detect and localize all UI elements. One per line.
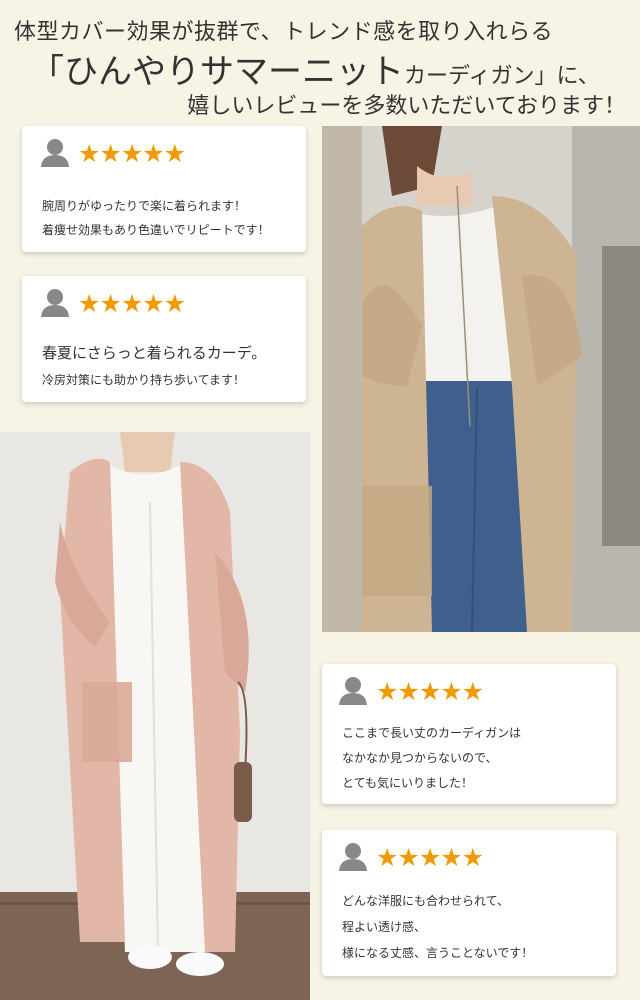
headline-line-3: 嬉しいレビューを多数いただいております！ [187, 94, 626, 119]
photo-pink-cardigan [0, 432, 310, 1000]
headline-product-name: 「ひんやりサマーニット [30, 52, 404, 92]
headline-line-1: 体型カバー効果が抜群で、トレンド感を取り入れらる [14, 20, 554, 45]
header: 体型カバー効果が抜群で、トレンド感を取り入れらる 「ひんやりサマーニットカーディ… [0, 0, 640, 122]
star-rating: ★★★★★ [78, 139, 186, 168]
user-avatar-icon [41, 289, 69, 317]
star-rating: ★★★★★ [376, 677, 484, 706]
user-avatar-icon [339, 843, 367, 871]
review-card-4: ★★★★★ どんな洋服にも合わせられて、 程よい透け感、 様になる丈感、言うこと… [322, 830, 616, 976]
review-text-line: 腕周りがゆったりで楽に着られます！ [42, 199, 247, 213]
user-avatar-icon [41, 139, 69, 167]
review-text-line: 程よい透け感、 [342, 920, 427, 934]
user-avatar-icon [339, 677, 367, 705]
star-rating: ★★★★★ [376, 843, 484, 872]
review-text-line: ここまで長い丈のカーディガンは [342, 726, 522, 740]
review-text-line: どんな洋服にも合わせられて、 [342, 894, 510, 908]
review-text-line: 冷房対策にも助かり持ち歩いてます！ [42, 373, 246, 387]
review-card-1: ★★★★★ 腕周りがゆったりで楽に着られます！ 着痩せ効果もあり色違いでリピート… [22, 126, 306, 252]
review-text-line: 着痩せ効果もあり色違いでリピートです！ [42, 223, 270, 237]
review-card-3: ★★★★★ ここまで長い丈のカーディガンは なかなか見つからないので、 とても気… [322, 664, 616, 804]
review-text-line: とても気にいりました！ [342, 776, 474, 790]
star-rating: ★★★★★ [78, 289, 186, 318]
headline-line-2: 「ひんやりサマーニットカーディガン」に、 [30, 44, 600, 93]
review-text-line: 春夏にさらっと着られるカーデ。 [42, 344, 267, 362]
review-text-line: 様になる丈感、言うことないです！ [342, 946, 534, 960]
review-card-2: ★★★★★ 春夏にさらっと着られるカーデ。 冷房対策にも助かり持ち歩いてます！ [22, 276, 306, 402]
headline-product-suffix: カーディガン」に、 [404, 64, 600, 89]
photo-beige-cardigan [322, 126, 640, 632]
review-text-line: なかなか見つからないので、 [342, 751, 498, 765]
